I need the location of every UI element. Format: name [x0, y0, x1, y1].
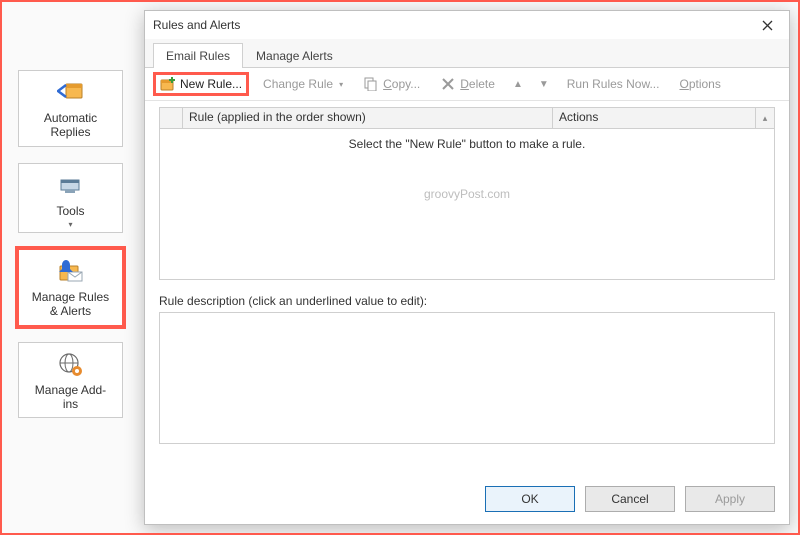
- sidebar: Automatic Replies Tools ▾: [18, 70, 123, 418]
- ok-button[interactable]: OK: [485, 486, 575, 512]
- sidebar-item-manage-rules-alerts[interactable]: Manage Rules & Alerts: [18, 249, 123, 326]
- copy-label: Copy...: [383, 77, 420, 91]
- tab-email-rules[interactable]: Email Rules: [153, 43, 243, 68]
- change-rule-button[interactable]: Change Rule ▾: [257, 75, 349, 93]
- dialog-title: Rules and Alerts: [153, 18, 240, 32]
- rules-grid-header: Rule (applied in the order shown) Action…: [159, 107, 775, 129]
- rule-description-box: [159, 312, 775, 444]
- apply-button[interactable]: Apply: [685, 486, 775, 512]
- sidebar-item-automatic-replies[interactable]: Automatic Replies: [18, 70, 123, 147]
- tab-strip: Email Rules Manage Alerts: [145, 39, 789, 68]
- move-down-button[interactable]: ▼: [535, 79, 553, 90]
- new-rule-label: New Rule...: [180, 77, 242, 91]
- rules-grid-body: Select the "New Rule" button to make a r…: [159, 129, 775, 280]
- automatic-replies-icon: [57, 79, 85, 107]
- manage-rules-icon: [56, 258, 86, 286]
- sidebar-item-label: Automatic Replies: [44, 111, 97, 140]
- options-button[interactable]: Options: [673, 75, 726, 93]
- delete-label: Delete: [460, 77, 495, 91]
- new-rule-button[interactable]: New Rule...: [153, 72, 249, 96]
- move-up-button[interactable]: ▲: [509, 79, 527, 90]
- toolbar: New Rule... Change Rule▾ Copy... Delete …: [145, 68, 789, 101]
- options-label: Options: [679, 77, 720, 91]
- delete-button[interactable]: Delete: [434, 74, 501, 94]
- grid-header-checkbox[interactable]: [160, 108, 183, 128]
- sidebar-item-label: Manage Add- ins: [35, 383, 106, 412]
- close-button[interactable]: [753, 14, 781, 36]
- copy-icon: [363, 76, 379, 92]
- tab-manage-alerts[interactable]: Manage Alerts: [243, 43, 346, 68]
- close-icon: [762, 20, 773, 31]
- change-rule-label: Change Rule: [263, 77, 333, 91]
- copy-button[interactable]: Copy...: [357, 74, 426, 94]
- new-rule-icon: [160, 76, 176, 92]
- dialog-titlebar: Rules and Alerts: [145, 11, 789, 39]
- sidebar-item-manage-addins[interactable]: Manage Add- ins: [18, 342, 123, 419]
- grid-header-actions[interactable]: Actions: [553, 108, 755, 128]
- app-frame: Automatic Replies Tools ▾: [0, 0, 800, 535]
- rule-description-label: Rule description (click an underlined va…: [159, 294, 775, 308]
- sidebar-item-tools[interactable]: Tools ▾: [18, 163, 123, 233]
- sidebar-item-label: Tools: [56, 204, 84, 218]
- cancel-button[interactable]: Cancel: [585, 486, 675, 512]
- watermark: groovyPost.com: [160, 187, 774, 201]
- dialog-button-row: OK Cancel Apply: [145, 476, 789, 524]
- grid-scroll-up[interactable]: ▴: [755, 108, 774, 128]
- sidebar-item-label: Manage Rules & Alerts: [32, 290, 109, 319]
- manage-addins-icon: [58, 351, 84, 379]
- chevron-down-icon: ▾: [68, 220, 72, 230]
- tools-icon: [57, 172, 85, 200]
- run-rules-now-button[interactable]: Run Rules Now...: [561, 75, 666, 93]
- grid-header-rule[interactable]: Rule (applied in the order shown): [183, 108, 553, 128]
- grid-empty-message: Select the "New Rule" button to make a r…: [160, 129, 774, 151]
- delete-icon: [440, 76, 456, 92]
- chevron-down-icon: ▾: [339, 80, 343, 89]
- dialog-content: Rule (applied in the order shown) Action…: [145, 101, 789, 476]
- run-rules-label: Run Rules Now...: [567, 77, 660, 91]
- rules-and-alerts-dialog: Rules and Alerts Email Rules Manage Aler…: [144, 10, 790, 525]
